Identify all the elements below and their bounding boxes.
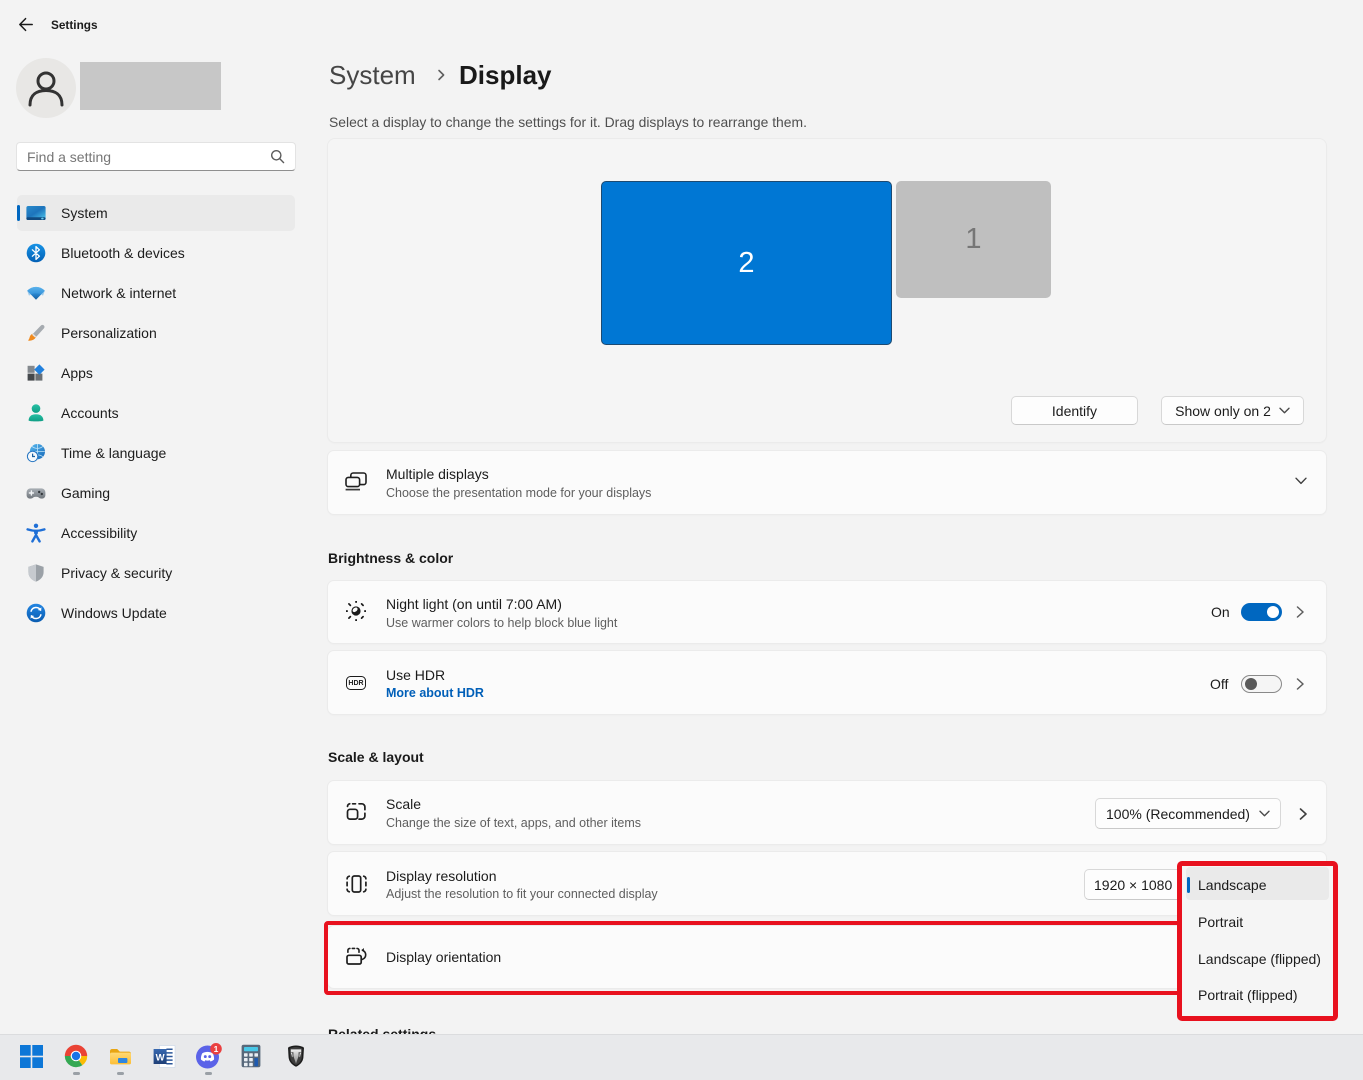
svg-text:1: 1 [214,1044,219,1054]
svg-text:W: W [156,1052,165,1063]
